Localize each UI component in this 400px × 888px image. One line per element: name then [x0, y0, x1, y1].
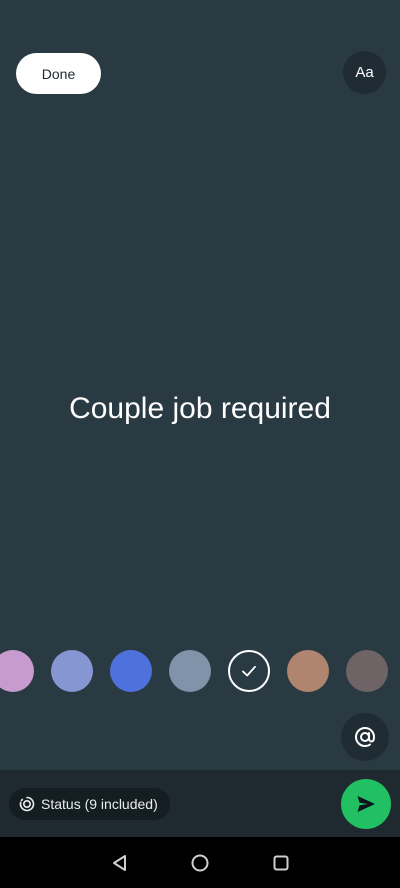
- mention-button[interactable]: [341, 713, 389, 761]
- recents-square-icon: [273, 855, 289, 871]
- bottom-bar: Status (9 included): [0, 770, 400, 837]
- font-style-label: Aa: [355, 64, 374, 81]
- home-circle-icon: [191, 854, 209, 872]
- color-swatch[interactable]: [169, 650, 211, 692]
- color-swatch[interactable]: [346, 650, 388, 692]
- font-style-button[interactable]: Aa: [343, 51, 386, 94]
- status-audience-label: Status (9 included): [41, 796, 158, 812]
- status-audience-button[interactable]: Status (9 included): [9, 788, 170, 820]
- home-button[interactable]: [186, 849, 214, 877]
- recents-button[interactable]: [267, 849, 295, 877]
- status-text[interactable]: Couple job required: [0, 385, 400, 433]
- done-button[interactable]: Done: [16, 53, 101, 94]
- status-ring-icon: [19, 796, 35, 812]
- system-navigation-bar: [0, 837, 400, 888]
- color-swatch[interactable]: [51, 650, 93, 692]
- color-swatch[interactable]: [287, 650, 329, 692]
- color-swatch[interactable]: [0, 650, 34, 692]
- back-button[interactable]: [106, 849, 134, 877]
- check-icon: [242, 665, 256, 677]
- send-button[interactable]: [341, 779, 391, 829]
- status-canvas[interactable]: Done Aa Couple job required: [0, 0, 400, 770]
- back-triangle-icon: [113, 855, 126, 871]
- send-icon: [357, 796, 375, 812]
- color-swatch-selected[interactable]: [228, 650, 270, 692]
- at-icon: [354, 726, 376, 748]
- color-swatch[interactable]: [110, 650, 152, 692]
